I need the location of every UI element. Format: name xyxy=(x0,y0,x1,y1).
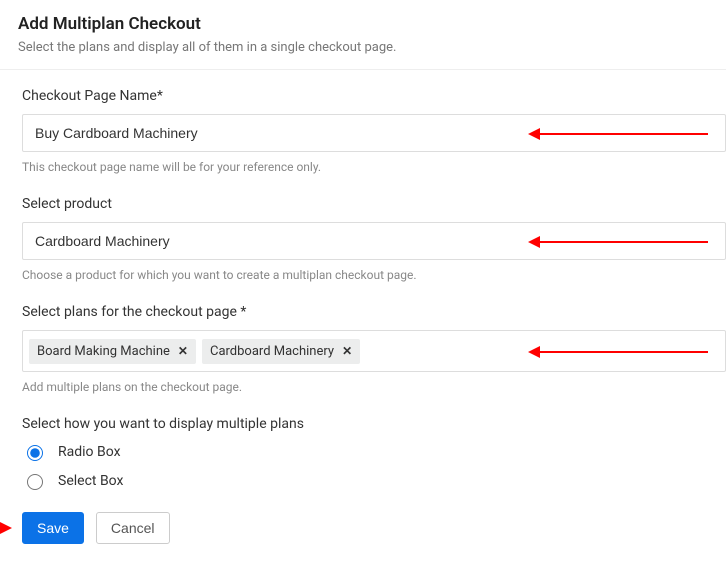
checkout-name-help: This checkout page name will be for your… xyxy=(22,160,726,174)
checkout-name-input[interactable] xyxy=(22,114,726,152)
checkout-name-label: Checkout Page Name* xyxy=(22,88,726,104)
close-icon[interactable]: ✕ xyxy=(178,344,188,358)
plan-tag: Cardboard Machinery ✕ xyxy=(202,339,360,364)
product-label: Select product xyxy=(22,196,726,212)
save-button[interactable]: Save xyxy=(22,512,84,544)
close-icon[interactable]: ✕ xyxy=(342,344,352,358)
product-help: Choose a product for which you want to c… xyxy=(22,268,726,282)
product-group: Select product Choose a product for whic… xyxy=(22,196,726,282)
annotation-arrow-icon xyxy=(0,522,12,534)
radio-option-select-box[interactable]: Select Box xyxy=(22,471,726,490)
plan-tag-label: Cardboard Machinery xyxy=(210,344,334,359)
plan-tag-label: Board Making Machine xyxy=(37,344,170,359)
form-actions: Save Cancel xyxy=(22,512,726,544)
plans-help: Add multiple plans on the checkout page. xyxy=(22,380,726,394)
checkout-name-group: Checkout Page Name* This checkout page n… xyxy=(22,88,726,174)
radio-box-radio[interactable] xyxy=(27,445,43,461)
select-box-radio[interactable] xyxy=(27,474,43,490)
radio-option-radio-box[interactable]: Radio Box xyxy=(22,442,726,461)
page-title: Add Multiplan Checkout xyxy=(18,14,708,34)
page-subtitle: Select the plans and display all of them… xyxy=(18,40,708,55)
radio-box-label: Radio Box xyxy=(58,444,121,460)
display-label: Select how you want to display multiple … xyxy=(22,416,726,432)
form-content: Checkout Page Name* This checkout page n… xyxy=(0,70,726,562)
cancel-button[interactable]: Cancel xyxy=(96,512,170,544)
plan-tag: Board Making Machine ✕ xyxy=(29,339,196,364)
display-group: Select how you want to display multiple … xyxy=(22,416,726,490)
page-header: Add Multiplan Checkout Select the plans … xyxy=(0,0,726,70)
plans-group: Select plans for the checkout page * Boa… xyxy=(22,304,726,394)
select-box-label: Select Box xyxy=(58,473,123,489)
product-select[interactable] xyxy=(22,222,726,260)
plans-label: Select plans for the checkout page * xyxy=(22,304,726,320)
plans-multiselect[interactable]: Board Making Machine ✕ Cardboard Machine… xyxy=(22,330,726,372)
